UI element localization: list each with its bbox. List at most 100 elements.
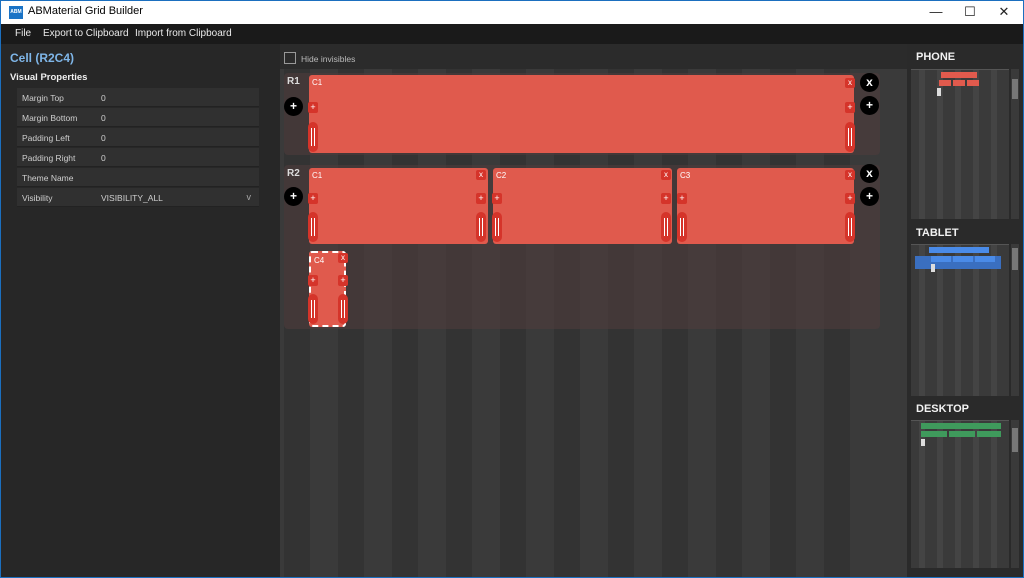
prop-label: Padding Left bbox=[22, 133, 70, 143]
add-cell-right-icon[interactable]: + bbox=[845, 102, 855, 113]
visual-properties-heading: Visual Properties bbox=[10, 72, 88, 83]
cell-r2c1[interactable]: C1 bbox=[309, 168, 488, 244]
remove-cell-icon[interactable]: x bbox=[845, 170, 855, 180]
resize-handle[interactable] bbox=[308, 212, 318, 242]
remove-row-icon[interactable]: x bbox=[860, 164, 879, 183]
prop-margin-bottom[interactable]: Margin Bottom 0 bbox=[17, 108, 259, 127]
add-cell-icon[interactable]: + bbox=[308, 275, 318, 286]
tablet-scrollbar[interactable] bbox=[1011, 244, 1019, 396]
phone-cell-preview bbox=[953, 80, 965, 86]
remove-cell-icon[interactable]: x bbox=[845, 78, 855, 88]
app-icon: ABM bbox=[9, 6, 23, 19]
resize-handle-right[interactable] bbox=[845, 122, 855, 152]
cell-r2c3[interactable]: C3 bbox=[677, 168, 854, 244]
desktop-preview bbox=[911, 420, 1009, 568]
grid-editor: Hide invisibles R1 C1 x + + + x + R2 C1 … bbox=[280, 44, 907, 577]
grid-column-guide bbox=[991, 421, 997, 568]
add-row-below-icon[interactable]: + bbox=[860, 96, 879, 115]
add-cell-icon[interactable]: + bbox=[476, 193, 486, 204]
prop-value[interactable]: 0 bbox=[101, 133, 106, 143]
hide-invisibles-label: Hide invisibles bbox=[301, 54, 356, 64]
title-bar: ABM ABMaterial Grid Builder — ☐ ✕ bbox=[1, 1, 1023, 24]
desktop-preview-title: DESKTOP bbox=[916, 403, 969, 415]
desktop-cell-preview bbox=[977, 431, 1001, 437]
prop-padding-right[interactable]: Padding Right 0 bbox=[17, 148, 259, 167]
menu-file[interactable]: File bbox=[15, 28, 31, 39]
resize-handle-left[interactable] bbox=[308, 122, 318, 152]
grid-column-guide bbox=[991, 70, 997, 219]
cell-r1c1[interactable]: C1 bbox=[309, 75, 854, 153]
row-label: R1 bbox=[287, 76, 300, 87]
tablet-cell-preview bbox=[975, 256, 995, 262]
device-preview-panel: PHONE TABLET DESKTOP bbox=[907, 44, 1023, 577]
resize-handle[interactable] bbox=[677, 212, 687, 242]
phone-selected-cell bbox=[937, 88, 941, 96]
prop-value[interactable]: 0 bbox=[101, 93, 106, 103]
add-row-icon[interactable]: + bbox=[284, 97, 303, 116]
grid-column-guide bbox=[973, 70, 979, 219]
resize-handle[interactable] bbox=[338, 294, 348, 324]
minimize-button[interactable]: — bbox=[919, 1, 953, 24]
grid-column-guide bbox=[973, 421, 979, 568]
phone-scrollbar[interactable] bbox=[1011, 69, 1019, 219]
resize-handle[interactable] bbox=[661, 212, 671, 242]
add-row-below-icon[interactable]: + bbox=[860, 187, 879, 206]
cell-label: C1 bbox=[312, 171, 323, 180]
resize-handle[interactable] bbox=[308, 294, 318, 324]
desktop-scrollbar[interactable] bbox=[1011, 420, 1019, 568]
add-cell-icon[interactable]: + bbox=[845, 193, 855, 204]
add-cell-left-icon[interactable]: + bbox=[308, 102, 318, 113]
scrollbar-thumb[interactable] bbox=[1012, 428, 1018, 452]
remove-row-icon[interactable]: x bbox=[860, 73, 879, 92]
prop-label: Margin Bottom bbox=[22, 113, 78, 123]
add-cell-icon[interactable]: + bbox=[338, 275, 348, 286]
hide-invisibles-checkbox[interactable] bbox=[284, 52, 296, 64]
grid-column-guide bbox=[955, 70, 961, 219]
prop-value[interactable]: 0 bbox=[101, 153, 106, 163]
add-cell-icon[interactable]: + bbox=[492, 193, 502, 204]
cell-title: Cell (R2C4) bbox=[10, 51, 75, 65]
remove-cell-icon[interactable]: x bbox=[476, 170, 486, 180]
cell-r2c2[interactable]: C2 bbox=[493, 168, 672, 244]
desktop-selected-cell bbox=[921, 439, 925, 446]
resize-handle[interactable] bbox=[845, 212, 855, 242]
menu-export-clipboard[interactable]: Export to Clipboard bbox=[43, 28, 129, 39]
row-label: R2 bbox=[287, 168, 300, 179]
maximize-button[interactable]: ☐ bbox=[953, 1, 987, 24]
prop-theme-name[interactable]: Theme Name bbox=[17, 168, 259, 187]
phone-cell-preview bbox=[939, 80, 951, 86]
resize-handle[interactable] bbox=[476, 212, 486, 242]
prop-label: Visibility bbox=[22, 193, 53, 203]
phone-cell-preview bbox=[967, 80, 979, 86]
close-button[interactable]: ✕ bbox=[987, 1, 1021, 24]
prop-padding-left[interactable]: Padding Left 0 bbox=[17, 128, 259, 147]
add-cell-icon[interactable]: + bbox=[308, 193, 318, 204]
remove-cell-icon[interactable]: x bbox=[338, 253, 348, 263]
scrollbar-thumb[interactable] bbox=[1012, 79, 1018, 99]
chevron-down-icon[interactable]: v bbox=[247, 192, 252, 202]
prop-label: Theme Name bbox=[22, 173, 74, 183]
app-window: ABM ABMaterial Grid Builder — ☐ ✕ File E… bbox=[0, 0, 1024, 578]
resize-handle[interactable] bbox=[492, 212, 502, 242]
visibility-select[interactable]: VISIBILITY_ALL bbox=[101, 193, 163, 203]
desktop-row-preview bbox=[921, 423, 1001, 429]
cell-label: C4 bbox=[314, 256, 325, 265]
menu-import-clipboard[interactable]: Import from Clipboard bbox=[135, 28, 232, 39]
add-cell-icon[interactable]: + bbox=[677, 193, 687, 204]
cell-label: C1 bbox=[312, 78, 323, 87]
grid-column-guide bbox=[919, 70, 925, 219]
prop-value[interactable]: 0 bbox=[101, 113, 106, 123]
prop-visibility[interactable]: Visibility VISIBILITY_ALL v bbox=[17, 188, 259, 207]
remove-cell-icon[interactable]: x bbox=[661, 170, 671, 180]
prop-margin-top[interactable]: Margin Top 0 bbox=[17, 88, 259, 107]
add-row-icon[interactable]: + bbox=[284, 187, 303, 206]
phone-preview bbox=[911, 69, 1009, 219]
tablet-preview bbox=[911, 244, 1009, 396]
window-title: ABMaterial Grid Builder bbox=[28, 5, 143, 17]
grid-column-guide bbox=[937, 421, 943, 568]
add-cell-icon[interactable]: + bbox=[661, 193, 671, 204]
scrollbar-thumb[interactable] bbox=[1012, 248, 1018, 270]
grid-canvas[interactable]: R1 C1 x + + + x + R2 C1 C2 C3 x x x + + … bbox=[280, 69, 907, 577]
desktop-cell-preview bbox=[949, 431, 975, 437]
phone-preview-title: PHONE bbox=[916, 51, 956, 63]
